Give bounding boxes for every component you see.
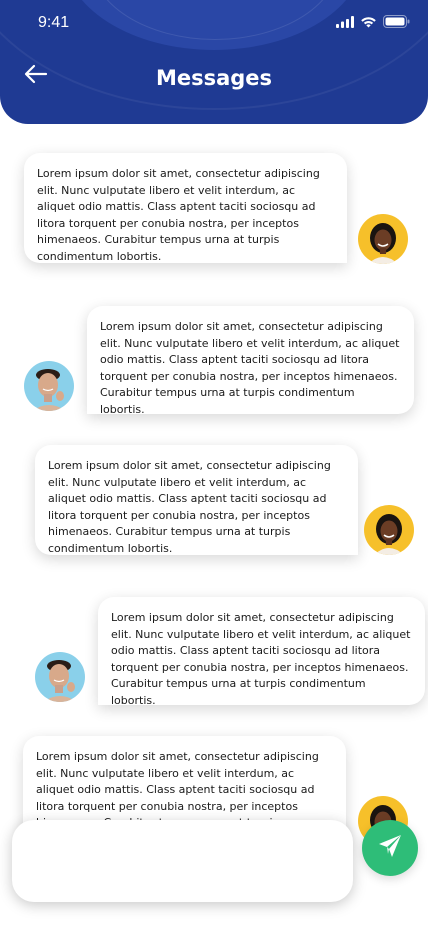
page-title: Messages [155,66,273,90]
paper-plane-icon [376,832,404,865]
battery-icon [383,15,410,28]
status-time: 9:41 [38,14,70,31]
user-avatar[interactable] [24,361,74,411]
user-avatar[interactable] [35,652,85,702]
wifi-icon [360,16,377,28]
message-bubble: Lorem ipsum dolor sit amet, consectetur … [24,153,347,263]
message-text: Lorem ipsum dolor sit amet, consectetur … [37,167,320,263]
cellular-signal-icon [336,15,354,28]
message-text: Lorem ipsum dolor sit amet, consectetur … [111,611,411,707]
message-input[interactable] [12,820,353,902]
message-text: Lorem ipsum dolor sit amet, consectetur … [48,459,331,555]
message-bubble: Lorem ipsum dolor sit amet, consectetur … [87,306,414,416]
message-text: Lorem ipsum dolor sit amet, consectetur … [100,320,400,416]
contact-avatar[interactable] [364,505,414,555]
message-bubble: Lorem ipsum dolor sit amet, consectetur … [35,445,358,555]
contact-avatar[interactable] [358,214,408,264]
status-icons [336,15,410,28]
send-button[interactable] [362,820,418,876]
app-header: 9:41 Messages [0,0,428,124]
message-bubble: Lorem ipsum dolor sit amet, consectetur … [98,597,425,707]
status-bar: 9:41 [0,0,428,44]
